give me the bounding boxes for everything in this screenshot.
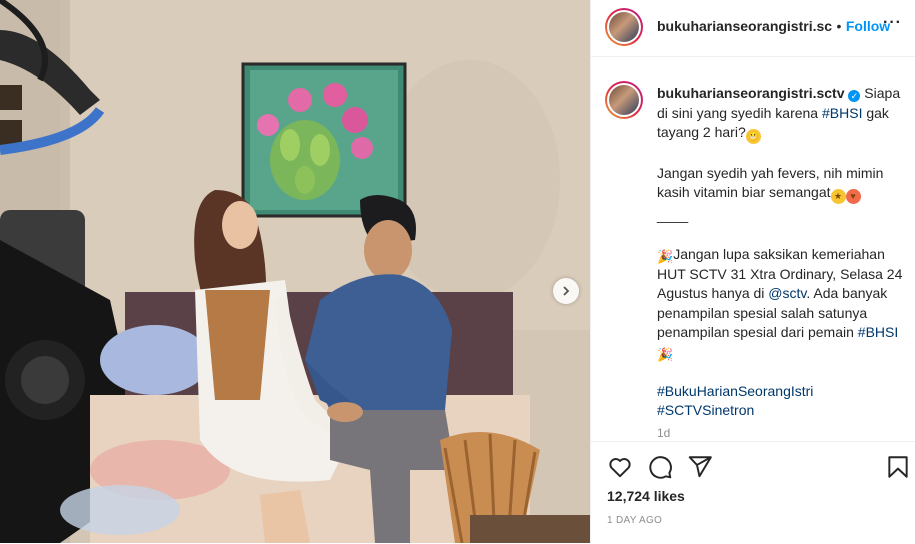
party-popper-emoji-icon: 🎉 <box>657 249 674 264</box>
author-username[interactable]: bukuharianseorangistri.sc <box>657 18 832 34</box>
hashtag-link[interactable]: #BHSI <box>858 324 898 340</box>
post-timestamp[interactable]: 1 DAY AGO <box>607 515 662 526</box>
caption-avatar[interactable] <box>605 81 643 119</box>
hashtag-link[interactable]: #SCTVSinetron <box>657 402 754 418</box>
grimace-emoji-icon: 😬 <box>745 129 761 144</box>
post-header: bukuharianseorangistri.sc • Follow ··· <box>591 0 915 57</box>
heart-icon <box>609 458 631 478</box>
author-avatar[interactable] <box>605 8 643 46</box>
share-icon <box>688 456 712 478</box>
post-photo[interactable] <box>0 0 590 543</box>
post-caption: bukuharianseorangistri.sctv ✓ Siapa di s… <box>657 84 907 421</box>
share-button[interactable] <box>687 454 713 480</box>
next-image-button[interactable] <box>553 278 579 304</box>
post-sidebar: bukuharianseorangistri.sc • Follow ··· b… <box>590 0 915 543</box>
like-button[interactable] <box>607 454 633 480</box>
post-actions: 12,724 likes 1 DAY AGO <box>591 441 915 544</box>
hashtag-link[interactable]: #BukuHarianSeorangIstri <box>657 383 813 399</box>
smiling-hearts-emoji-icon: ♥ <box>845 189 861 204</box>
verified-icon: ✓ <box>848 90 861 102</box>
bookmark-icon <box>888 456 908 478</box>
comment-button[interactable] <box>647 454 673 480</box>
chevron-right-icon <box>563 286 570 296</box>
save-button[interactable] <box>885 454 911 480</box>
comment-icon <box>649 456 672 479</box>
hashtag-link[interactable]: #BHSI <box>822 105 862 121</box>
party-popper-emoji-icon: 🎉 <box>657 346 674 362</box>
separator-dot: • <box>836 18 842 34</box>
photo-illustration <box>0 0 590 543</box>
caption-divider: ____ <box>657 207 689 223</box>
likes-count[interactable]: 12,724 likes <box>607 488 685 504</box>
starstruck-emoji-icon: ★ <box>830 189 846 204</box>
more-options-button[interactable]: ··· <box>883 14 902 32</box>
mention-link[interactable]: @sctv <box>768 285 806 301</box>
caption-username[interactable]: bukuharianseorangistri.sctv <box>657 85 845 101</box>
caption-timestamp[interactable]: 1d <box>657 426 670 440</box>
